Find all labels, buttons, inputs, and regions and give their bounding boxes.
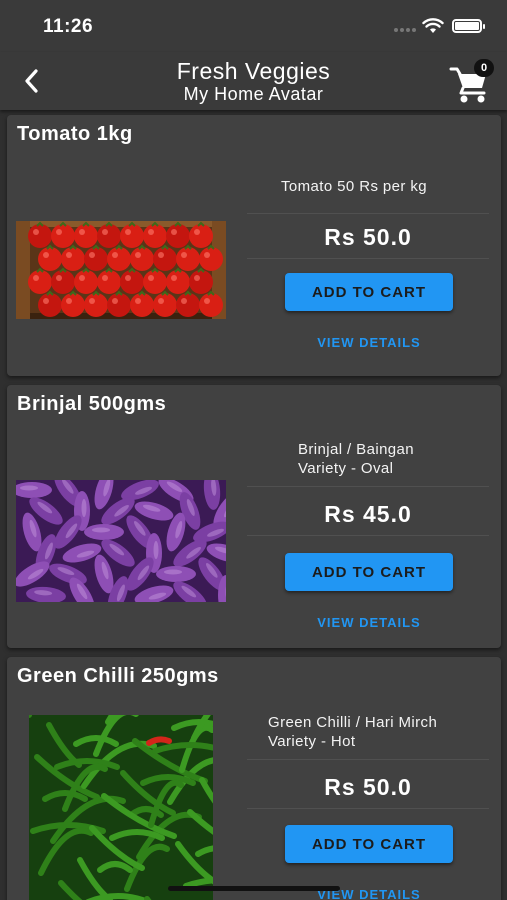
page-subtitle: My Home Avatar [183,84,324,104]
cellular-signal-icon [394,28,416,32]
product-name: Brinjal 500gms [17,393,167,415]
product-details: Green Chilli / Hari Mirch Variety - Hot … [247,713,489,809]
product-price: Rs 45.0 [324,501,412,527]
green-chilli-image[interactable] [29,715,213,900]
product-description: Green Chilli / Hari Mirch Variety - Hot [268,714,438,750]
product-card-green-chilli: Green Chilli 250gms Green Chilli / Hari … [7,657,501,900]
back-button[interactable] [14,64,48,98]
product-price: Rs 50.0 [324,774,412,800]
add-to-cart-button[interactable]: ADD TO CART [285,553,453,591]
product-name: Tomato 1kg [17,123,133,145]
divider [247,258,489,259]
product-description: Tomato 50 Rs per kg [281,178,427,195]
product-details: Brinjal / Baingan Variety - Oval Rs 45.0 [247,440,489,536]
divider [247,808,489,809]
view-details-link[interactable]: VIEW DETAILS [285,615,453,630]
cart-button[interactable]: 0 [448,58,498,104]
add-to-cart-button[interactable]: ADD TO CART [285,273,453,311]
tomato-image[interactable] [16,221,226,319]
status-bar: 11:26 [0,0,507,52]
page-title: Fresh Veggies [176,58,331,84]
product-price: Rs 50.0 [324,224,412,250]
divider [247,535,489,536]
product-card-brinjal: Brinjal 500gms Brinjal / Baingan Variety… [7,385,501,648]
divider [247,213,489,214]
product-details: Tomato 50 Rs per kg Rs 50.0 [247,177,489,259]
header-titles: Fresh Veggies My Home Avatar [100,58,407,104]
app-header: Fresh Veggies My Home Avatar 0 [0,52,507,110]
chevron-left-icon [25,69,38,93]
product-card-tomato: Tomato 1kg Tomato 50 Rs per kg Rs 50.0 A… [7,115,501,376]
add-to-cart-button[interactable]: ADD TO CART [285,825,453,863]
battery-icon [452,19,485,33]
wifi-icon [422,18,444,33]
product-name: Green Chilli 250gms [17,665,219,687]
cart-count-badge: 0 [474,59,494,77]
brinjal-image[interactable] [16,480,226,602]
divider [247,486,489,487]
divider [247,759,489,760]
home-indicator [168,886,340,891]
product-description: Brinjal / Baingan Variety - Oval [298,441,415,477]
status-time: 11:26 [43,16,94,37]
view-details-link[interactable]: VIEW DETAILS [285,335,453,350]
